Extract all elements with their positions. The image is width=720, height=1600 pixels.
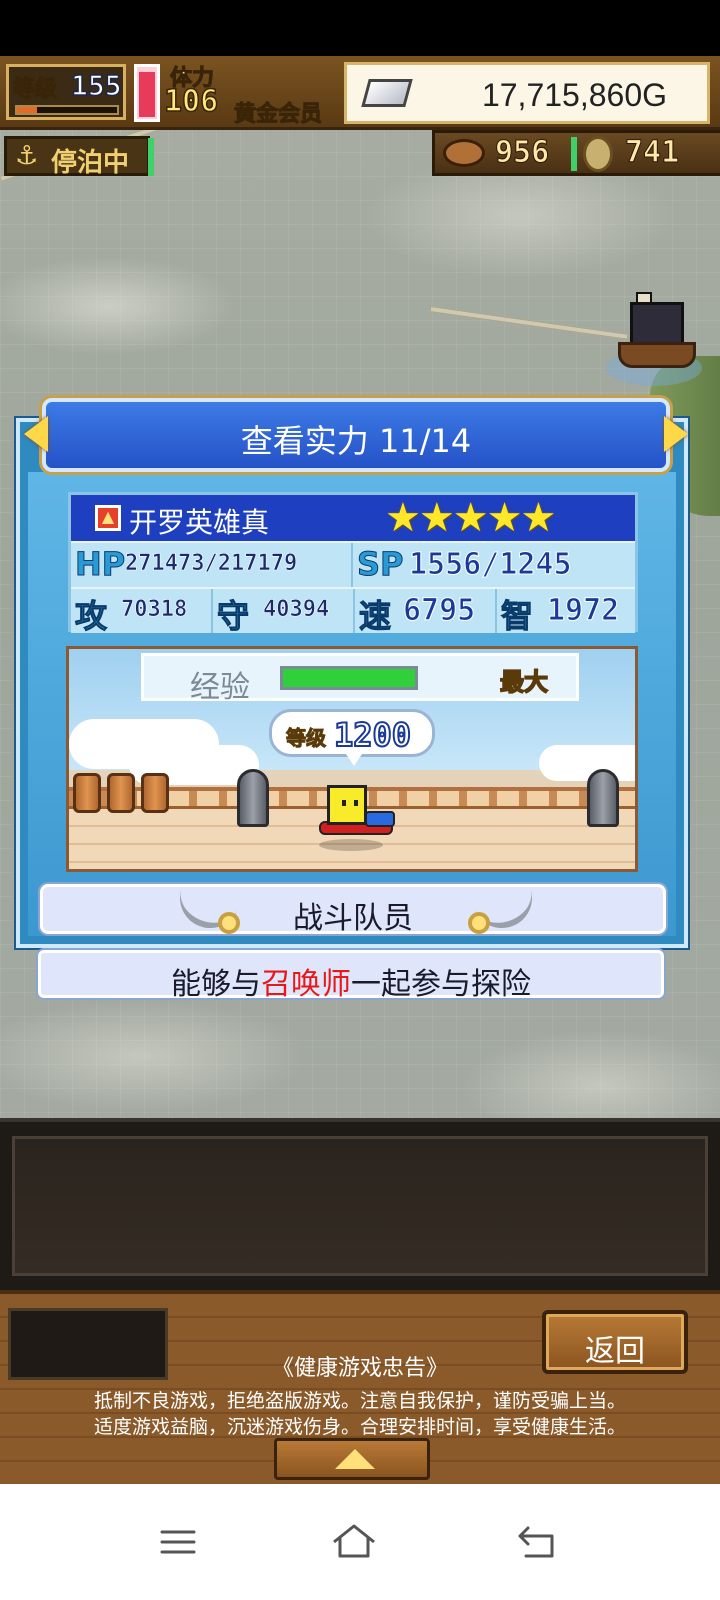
character-eye — [342, 800, 346, 806]
description-text: 能够与召唤师一起参与探险 — [41, 959, 661, 1003]
defense-stat: 守 40394 — [213, 589, 355, 636]
character-scene: 经验 最大 等级 1200 — [66, 646, 638, 872]
experience-bar — [280, 666, 418, 690]
gold-value: 17,715,860G — [481, 77, 667, 113]
fire-element-icon: ▲ — [95, 505, 121, 531]
previous-arrow-icon[interactable] — [24, 416, 48, 452]
stat-row-attributes: 攻 70318 守 40394 速 6795 智 1972 — [71, 589, 635, 636]
rarity-stars: ★★★★★ — [385, 495, 556, 541]
character-sprite — [327, 785, 367, 825]
description-bar: 能够与召唤师一起参与探险 — [38, 950, 664, 1002]
defense-value: 40394 — [263, 597, 330, 623]
dialog-title: 查看实力 11/14 — [240, 422, 472, 460]
role-bar: 战斗队员 — [40, 884, 666, 936]
status-bar — [0, 0, 720, 56]
hp-value: 271473/217179 — [125, 551, 298, 577]
stamina-gauge-fill — [139, 71, 155, 117]
next-arrow-icon[interactable] — [664, 416, 688, 452]
sea-route — [429, 306, 629, 340]
resource-bar: 956 741 — [432, 130, 720, 176]
level-label: 等级 — [12, 77, 58, 103]
level-progress-fill — [17, 107, 37, 113]
anchor-icon: ⚓ — [15, 141, 39, 171]
attack-key: 攻 — [74, 597, 108, 636]
sp-stat: SP 1556/1245 — [353, 543, 635, 587]
experience-max-badge: 最大 — [499, 667, 549, 697]
sword-hilt-icon — [468, 912, 490, 934]
character-eye — [354, 800, 358, 806]
speed-key: 速 — [358, 597, 392, 636]
top-hud: 等级 155 体力 106 黄金会员 17,715,860G — [0, 56, 720, 130]
sp-key: SP — [357, 545, 404, 584]
character-level-label: 等级 — [286, 726, 327, 751]
role-label: 战斗队员 — [293, 901, 413, 936]
experience-bar-fill — [283, 669, 415, 687]
speed-stat: 速 6795 — [355, 589, 497, 636]
experience-box: 经验 最大 — [141, 653, 579, 705]
character-stats-panel: ▲ 开罗英雄真 ★★★★★ HP 271473/217179 SP 1556/1… — [68, 492, 638, 636]
menu-icon[interactable] — [148, 1512, 208, 1572]
character-level-bubble: 等级 1200 — [269, 709, 435, 766]
dock-status-badge: ⚓ 停泊中 — [4, 136, 150, 178]
barrel — [73, 773, 101, 813]
coin-count: 741 — [624, 135, 680, 171]
player-level-box[interactable]: 等级 155 — [6, 64, 126, 120]
description-text-end: 一起参与探险 — [351, 967, 531, 1002]
system-navigation-bar — [0, 1484, 720, 1600]
ship-sail — [630, 302, 684, 346]
barrel — [141, 773, 169, 813]
intellect-value: 1972 — [546, 593, 620, 629]
defense-key: 守 — [216, 597, 250, 636]
resource-divider — [571, 137, 577, 171]
silver-ingot-icon — [361, 79, 413, 107]
character-level-value: 1200 — [333, 715, 412, 755]
food-count: 956 — [494, 135, 550, 171]
attack-value: 70318 — [121, 597, 188, 623]
character-name-row: ▲ 开罗英雄真 ★★★★★ — [71, 495, 635, 541]
sp-value: 1556/1245 — [409, 547, 573, 583]
hp-key: HP — [74, 545, 126, 584]
stat-row-hp-sp: HP 271473/217179 SP 1556/1245 — [71, 543, 635, 587]
dock-status-label: 停泊中 — [51, 148, 130, 178]
speed-value: 6795 — [402, 593, 476, 629]
message-panel — [0, 1118, 720, 1290]
strength-dialog: 查看实力 11/14 ▲ 开罗英雄真 ★★★★★ HP 271473/21717… — [16, 398, 688, 948]
cannon — [237, 769, 269, 827]
stamina-gauge — [134, 64, 160, 122]
medal-coin-icon — [583, 136, 613, 172]
sword-hilt-icon — [218, 912, 240, 934]
description-text-start: 能够与 — [171, 967, 261, 1002]
expand-up-button[interactable] — [274, 1438, 430, 1480]
message-panel-inner — [12, 1136, 708, 1276]
experience-label: 经验 — [190, 670, 250, 705]
food-icon — [443, 139, 485, 167]
barrel — [107, 773, 135, 813]
stamina-value: 106 — [163, 83, 219, 120]
ship-flag — [636, 292, 652, 304]
health-notice-line: 抵制不良游戏，拒绝盗版游戏。注意自我保护，谨防受骗上当。 — [93, 1390, 626, 1412]
home-icon[interactable] — [324, 1512, 384, 1572]
hp-stat: HP 271473/217179 — [71, 543, 353, 587]
back-icon[interactable] — [508, 1512, 568, 1572]
intellect-key: 智 — [500, 597, 534, 636]
character-name: 开罗英雄真 — [129, 506, 270, 539]
gold-display[interactable]: 17,715,860G — [344, 62, 710, 124]
character-cloth — [365, 811, 395, 827]
ship-hull — [618, 342, 696, 368]
character-shadow — [319, 839, 383, 851]
level-progress-bar — [15, 105, 119, 115]
up-arrow-icon — [335, 1449, 375, 1469]
player-ship[interactable] — [606, 292, 702, 388]
description-highlight: 召唤师 — [261, 967, 351, 1002]
health-notice-line: 适度游戏益脑，沉迷游戏伤身。合理安排时间，享受健康生活。 — [93, 1416, 626, 1438]
bottom-wood-panel: 返回 《健康游戏忠告》 抵制不良游戏，拒绝盗版游戏。注意自我保护，谨防受骗上当。… — [0, 1290, 720, 1484]
dock-status-indicator — [148, 138, 154, 176]
cannon — [587, 769, 619, 827]
intellect-stat: 智 1972 — [497, 589, 635, 636]
membership-badge: 黄金会员 — [233, 102, 323, 128]
health-notice-title: 《健康游戏忠告》 — [271, 1356, 448, 1381]
dialog-title-banner: 查看实力 11/14 — [24, 398, 688, 472]
level-value: 155 — [70, 68, 122, 103]
attack-stat: 攻 70318 — [71, 589, 213, 636]
